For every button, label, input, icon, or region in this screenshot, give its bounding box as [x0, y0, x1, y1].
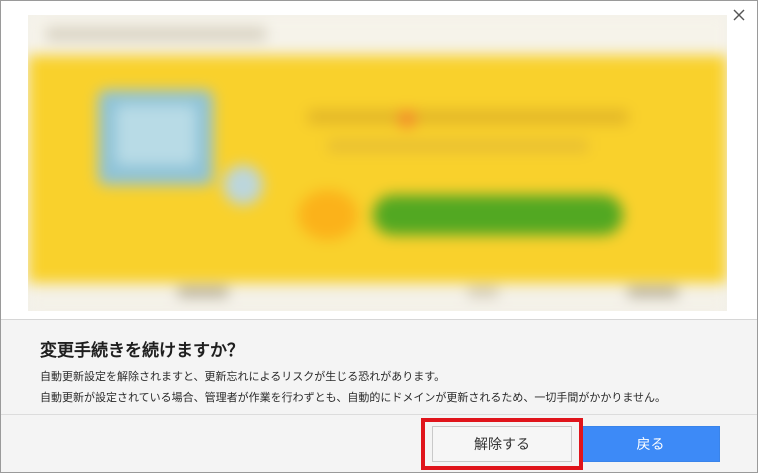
disable-auto-renew-button[interactable]: 解除する: [432, 426, 572, 462]
back-button[interactable]: 戻る: [581, 426, 720, 462]
dialog-message-line-1: 自動更新設定を解除されますと、更新忘れによるリスクが生じる恐れがあります。: [40, 370, 446, 383]
close-icon: [733, 9, 745, 21]
dialog-content-panel: 変更手続きを続けますか？ 自動更新設定を解除されますと、更新忘れによるリスクが生…: [1, 319, 757, 472]
close-button[interactable]: [727, 3, 751, 27]
dialog-message-line-2: 自動更新が設定されている場合、管理者が作業を行わずとも、自動的にドメインが更新さ…: [40, 391, 667, 404]
confirm-dialog: 変更手続きを続けますか？ 自動更新設定を解除されますと、更新忘れによるリスクが生…: [0, 0, 758, 473]
dialog-title: 変更手続きを続けますか？: [40, 341, 244, 361]
divider: [1, 414, 757, 415]
promo-banner-image: [28, 15, 727, 311]
